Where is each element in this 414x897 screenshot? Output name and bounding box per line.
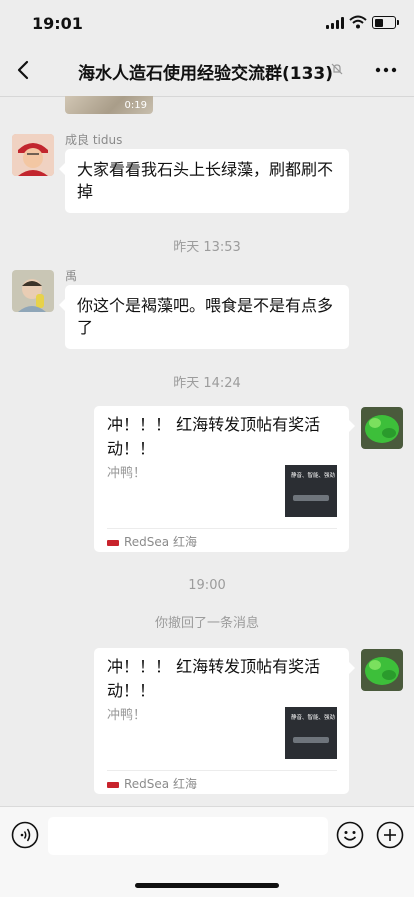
shared-link-card[interactable]: 冲！！！ 红海转发顶帖有奖活动！！ 冲鸭！ 静音、智能、强劲 RedSea 红海 (94, 648, 355, 794)
mute-bell-icon (331, 63, 343, 75)
chat-messages: 0:19 成良 tidus 大家看看我石头上长绿藻，刷都刷不掉 昨天 13:53… (0, 96, 414, 806)
card-source-label: RedSea 红海 (124, 777, 197, 791)
time-stamp: 19:00 (188, 578, 226, 593)
card-description: 冲鸭！ (107, 708, 147, 723)
card-divider (107, 770, 337, 771)
chat-nav-bar: 海水人造石使用经验交流群(133) (0, 44, 414, 97)
card-title: 冲！！！ 红海转发顶帖有奖活动！！ (107, 657, 321, 700)
message-bubble[interactable]: 大家看看我石头上长绿藻，刷都刷不掉 (59, 149, 349, 213)
time-stamp: 昨天 13:53 (173, 240, 241, 255)
card-description: 冲鸭！ (107, 466, 147, 481)
voice-input-icon[interactable] (11, 821, 39, 849)
back-arrow-icon[interactable] (10, 56, 38, 84)
card-divider (107, 528, 337, 529)
add-attachment-icon[interactable] (376, 821, 404, 849)
more-options-icon[interactable] (374, 58, 398, 82)
emoji-icon[interactable] (336, 821, 364, 849)
card-title: 冲！！！ 红海转发顶帖有奖活动！！ (107, 415, 321, 458)
avatar[interactable] (361, 649, 403, 691)
video-duration: 0:19 (124, 100, 147, 111)
message-text-input[interactable] (48, 817, 328, 855)
card-source-label: RedSea 红海 (124, 535, 197, 549)
message-text: 你这个是褐藻吧。喂食是不是有点多了 (77, 296, 334, 337)
home-indicator (135, 883, 279, 888)
chat-title: 海水人造石使用经验交流群(133) (78, 64, 334, 84)
card-thumbnail: 静音、智能、强劲 (285, 707, 337, 759)
card-source: RedSea 红海 (107, 533, 197, 550)
sender-name: 禹 (65, 269, 78, 283)
card-source: RedSea 红海 (107, 775, 197, 792)
avatar[interactable] (12, 134, 54, 176)
message-text: 大家看看我石头上长绿藻，刷都刷不掉 (77, 160, 334, 201)
sender-name: 成良 tidus (65, 133, 123, 147)
shared-link-card[interactable]: 冲！！！ 红海转发顶帖有奖活动！！ 冲鸭！ 静音、智能、强劲 RedSea 红海 (94, 406, 355, 552)
redsea-logo-icon (107, 539, 119, 546)
time-stamp: 昨天 14:24 (173, 376, 241, 391)
wifi-icon (349, 15, 367, 29)
signal-icon (326, 17, 344, 29)
card-thumbnail-text: 静音、智能、强劲 (291, 715, 336, 721)
card-thumbnail: 静音、智能、强劲 (285, 465, 337, 517)
battery-icon (372, 16, 399, 29)
system-notice: 你撤回了一条消息 (154, 616, 259, 631)
message-bubble[interactable]: 你这个是褐藻吧。喂食是不是有点多了 (59, 285, 349, 349)
avatar[interactable] (361, 407, 403, 449)
card-thumbnail-text: 静音、智能、强劲 (291, 473, 336, 479)
message-input-bar (0, 806, 414, 897)
status-bar: 19:01 (0, 0, 414, 44)
redsea-logo-icon (107, 781, 119, 788)
status-time: 19:01 (32, 14, 83, 33)
video-message-thumbnail[interactable]: 0:19 (65, 96, 153, 114)
avatar[interactable] (12, 270, 54, 312)
